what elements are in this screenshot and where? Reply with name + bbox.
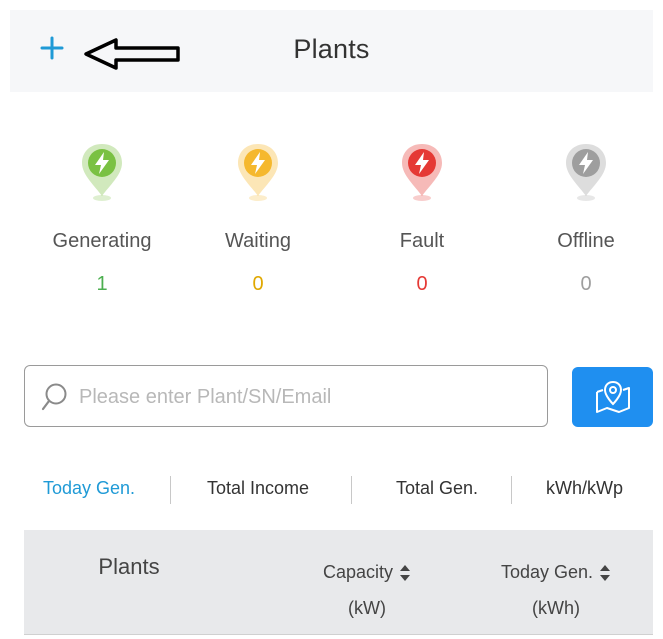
column-label: Capacity (322, 562, 394, 582)
column-header-plants: Plants (98, 554, 160, 579)
search-input[interactable] (77, 378, 541, 416)
status-label: Fault (399, 230, 445, 252)
lightning-pin-icon (566, 144, 606, 201)
table-header: Plants Capacity (kW) Today Gen. (kWh) (24, 530, 653, 634)
map-button[interactable] (572, 367, 653, 427)
tab-divider (351, 476, 352, 504)
divider (24, 634, 653, 635)
status-fault[interactable]: Fault 0 (342, 142, 502, 296)
sort-tabs: Today Gen. Total Income Total Gen. kWh/k… (10, 470, 653, 510)
tab-divider (511, 476, 512, 504)
status-generating[interactable]: Generating 1 (22, 142, 182, 296)
status-count: 1 (96, 273, 108, 295)
map-pin-icon (595, 380, 630, 413)
status-count: 0 (580, 273, 592, 295)
status-label: Offline (557, 230, 615, 252)
status-count: 0 (416, 273, 428, 295)
search-box[interactable] (24, 365, 548, 427)
sort-icon (600, 565, 611, 582)
top-bar: Plants (10, 10, 653, 92)
column-header-today-gen[interactable]: Today Gen. (kWh) (472, 554, 640, 626)
status-label: Generating (52, 230, 152, 252)
tab-total-gen[interactable]: Total Gen. (396, 478, 478, 499)
tab-divider (170, 476, 171, 504)
column-header-capacity[interactable]: Capacity (kW) (292, 554, 442, 626)
lightning-pin-icon (82, 144, 122, 201)
tab-kwh-kwp[interactable]: kWh/kWp (546, 478, 623, 499)
search-icon (41, 383, 67, 411)
status-summary: Generating 1 Waiting 0 Fault 0 Offline 0 (10, 142, 653, 312)
tab-today-gen[interactable]: Today Gen. (43, 478, 135, 499)
status-waiting[interactable]: Waiting 0 (178, 142, 338, 296)
lightning-pin-icon (402, 144, 442, 201)
status-label: Waiting (225, 230, 291, 252)
status-offline[interactable]: Offline 0 (506, 142, 663, 296)
column-label: Today Gen. (500, 562, 594, 582)
sort-icon (400, 565, 411, 582)
tab-total-income[interactable]: Total Income (207, 478, 309, 499)
status-count: 0 (252, 273, 264, 295)
column-unit: (kW) (348, 598, 386, 618)
lightning-pin-icon (238, 144, 278, 201)
page-title: Plants (293, 34, 370, 64)
column-unit: (kWh) (532, 598, 580, 618)
